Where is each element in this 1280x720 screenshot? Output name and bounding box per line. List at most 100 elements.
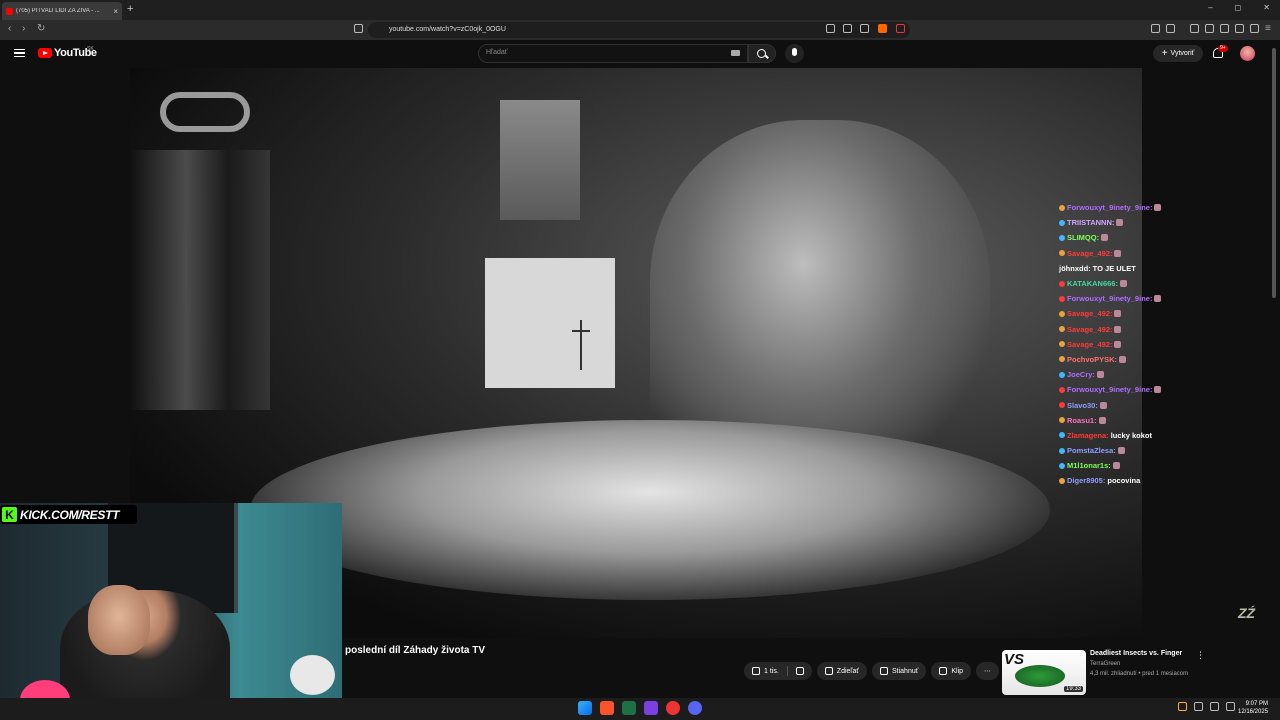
chat-message: KATAKAN666: xyxy=(1059,276,1259,291)
tab-title: (705) PITVALI LIDI ZA ŽIVA - ... xyxy=(16,8,100,14)
chat-message: PochvoPYSK: xyxy=(1059,352,1259,367)
chat-message: Forwouxyt_9inety_9ine: xyxy=(1059,382,1259,397)
tab-close-icon[interactable]: × xyxy=(113,7,118,16)
chat-username: Savage_492: xyxy=(1067,309,1113,319)
chat-emote-icon xyxy=(1119,355,1127,363)
chat-badge-icon xyxy=(1059,326,1065,333)
clip-button[interactable]: Klip xyxy=(931,662,972,680)
tray-app-icon[interactable] xyxy=(1178,702,1187,711)
back-icon[interactable]: ‹ xyxy=(8,23,11,34)
chat-text: TO JE ULET xyxy=(1092,263,1136,273)
reload-icon[interactable]: ↻ xyxy=(37,23,45,34)
obs-icon[interactable] xyxy=(666,701,680,715)
tray-chevron-icon[interactable] xyxy=(1162,702,1171,711)
discord-icon[interactable] xyxy=(688,701,702,715)
window-controls: – ◻ ✕ xyxy=(1208,3,1270,12)
leo-icon[interactable] xyxy=(1235,24,1244,33)
thumbs-up-icon xyxy=(752,667,760,675)
chat-text: lucky kokot xyxy=(1110,430,1152,440)
chat-message: Savage_492: xyxy=(1059,322,1259,337)
forward-icon[interactable]: › xyxy=(22,23,25,34)
extension-icon[interactable] xyxy=(1151,24,1160,33)
more-actions-button[interactable]: ⋯ xyxy=(976,662,1000,680)
brave-rewards-icon[interactable] xyxy=(896,24,905,33)
brave-browser-icon[interactable] xyxy=(600,701,614,715)
excel-icon[interactable] xyxy=(622,701,636,715)
wallet-icon[interactable] xyxy=(1220,24,1229,33)
search-button[interactable] xyxy=(748,44,776,63)
cast-icon[interactable] xyxy=(826,24,835,33)
video-frame-bed xyxy=(250,420,1050,600)
brave-shield-icon[interactable] xyxy=(878,24,887,33)
webcam-streamer-head xyxy=(88,585,150,655)
download-button[interactable]: Stiahnuť xyxy=(871,662,927,680)
chat-badge-icon xyxy=(1059,356,1065,363)
youtube-favicon-icon xyxy=(6,7,13,15)
share-button[interactable]: Zdieľať xyxy=(816,662,867,680)
clock-time: 9:07 PM xyxy=(1245,701,1269,707)
chat-username: PomstaZlesa: xyxy=(1067,446,1116,456)
recommended-title[interactable]: Deadliest Insects vs. Finger xyxy=(1090,650,1182,657)
chat-message: TRIISTANNN: xyxy=(1059,215,1259,230)
chat-message: jöhnxdd: TO JE ULET xyxy=(1059,261,1259,276)
chat-emote-icon xyxy=(1112,462,1120,470)
extension-icon[interactable] xyxy=(1166,24,1175,33)
keyboard-icon[interactable] xyxy=(731,50,740,56)
chat-badge-icon xyxy=(1059,477,1065,484)
video-actions: 1 tis. Zdieľať Stiahnuť Klip ⋯ xyxy=(744,662,1000,680)
notifications-badge: 9+ xyxy=(1218,45,1228,52)
page-scrollbar[interactable] xyxy=(1272,48,1276,298)
search-input[interactable] xyxy=(478,44,748,63)
chat-emote-icon xyxy=(1096,371,1104,379)
chat-username: Slavo30: xyxy=(1067,400,1098,410)
account-avatar[interactable] xyxy=(1240,46,1255,61)
chat-message: PomstaZlesa: xyxy=(1059,443,1259,458)
video-frame-cross xyxy=(572,320,590,370)
download-icon[interactable] xyxy=(1250,24,1259,33)
create-button[interactable]: + Vytvoriť xyxy=(1153,45,1203,62)
browser-tab[interactable]: (705) PITVALI LIDI ZA ŽIVA - ... × xyxy=(2,2,122,20)
thumbs-down-icon[interactable] xyxy=(795,667,804,675)
guide-menu-icon[interactable] xyxy=(14,49,25,57)
sidebar-icon[interactable] xyxy=(1205,24,1214,33)
twitch-icon[interactable] xyxy=(644,701,658,715)
plus-icon: + xyxy=(1161,47,1168,59)
youtube-logo-icon[interactable] xyxy=(38,48,52,58)
menu-icon[interactable]: ≡ xyxy=(1265,23,1271,34)
share-page-icon[interactable] xyxy=(860,24,869,33)
chat-emote-icon xyxy=(1154,386,1162,394)
thumbnail-duration: 19:33 xyxy=(1064,686,1084,692)
chat-badge-icon xyxy=(1059,402,1065,409)
window-close-icon[interactable]: ✕ xyxy=(1263,3,1270,12)
start-icon[interactable] xyxy=(578,701,592,715)
chat-badge-icon xyxy=(1059,341,1065,348)
translate-icon[interactable] xyxy=(843,24,852,33)
thumbnail-beetle xyxy=(1015,665,1065,687)
chat-message: Roasu1: xyxy=(1059,413,1259,428)
minimize-icon[interactable]: – xyxy=(1208,3,1212,12)
media-icon[interactable] xyxy=(1190,24,1199,33)
voice-search-icon[interactable] xyxy=(785,44,804,63)
taskbar-apps xyxy=(578,701,702,715)
chat-username: Savage_492: xyxy=(1067,339,1113,349)
like-button[interactable]: 1 tis. xyxy=(744,662,812,680)
network-icon[interactable] xyxy=(1194,702,1203,711)
chat-emote-icon xyxy=(1114,249,1122,257)
video-frame-window xyxy=(500,100,580,220)
microphone-icon[interactable] xyxy=(1210,702,1219,711)
chat-username: Forwouxyt_9inety_9ine: xyxy=(1067,385,1153,395)
chat-message: Slavo30: xyxy=(1059,397,1259,412)
chat-message: SLIMQQ: xyxy=(1059,230,1259,245)
like-divider xyxy=(786,666,788,676)
chat-message: M1l1onar1s: xyxy=(1059,458,1259,473)
chat-emote-icon xyxy=(1154,204,1162,212)
recommended-more-icon[interactable]: ⋮ xyxy=(1196,650,1205,661)
taskbar-clock[interactable]: 9:07 PM 12/16/2025 xyxy=(1238,700,1268,716)
volume-icon[interactable] xyxy=(1226,702,1235,711)
bookmark-icon[interactable] xyxy=(354,24,363,33)
restore-icon[interactable]: ◻ xyxy=(1235,3,1242,12)
recommended-channel[interactable]: TerraGreen xyxy=(1090,661,1120,667)
new-tab-button[interactable]: + xyxy=(127,3,133,15)
chat-badge-icon xyxy=(1059,219,1065,226)
chat-emote-icon xyxy=(1116,219,1124,227)
